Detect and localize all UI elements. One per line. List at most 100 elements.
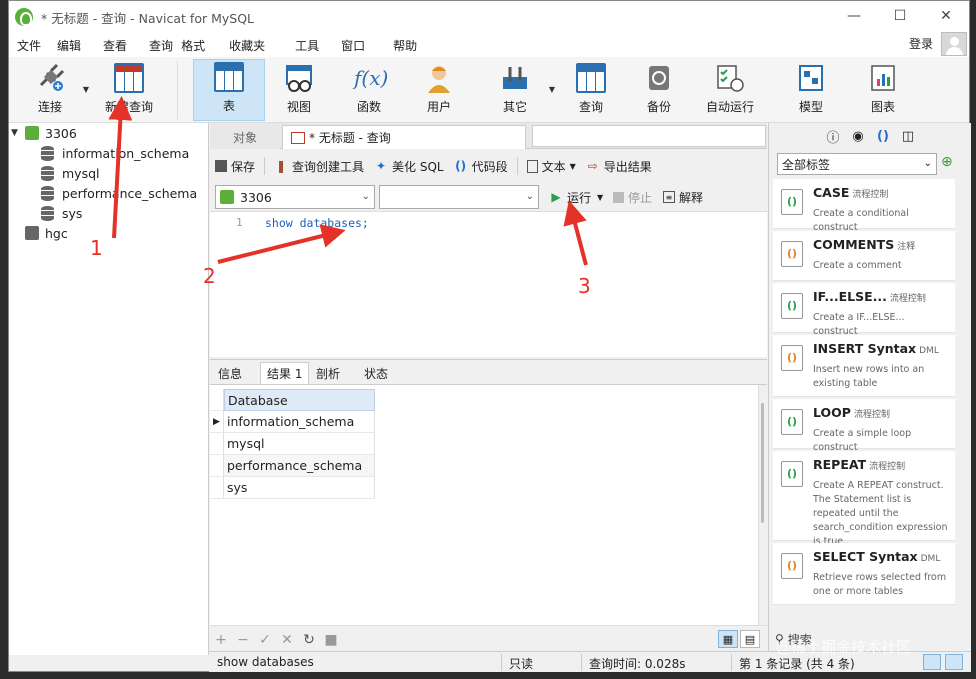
minimize-button[interactable]: — xyxy=(831,1,877,31)
stop-button[interactable]: 停止 xyxy=(608,186,657,208)
snippet-title: COMMENTS xyxy=(813,237,895,252)
query-label: 查询 xyxy=(578,100,603,114)
login-link[interactable]: 登录 xyxy=(909,35,933,52)
chart-tool-button[interactable]: 图表 xyxy=(855,59,911,121)
column-header-database[interactable]: Database xyxy=(224,389,375,411)
view-icon xyxy=(284,63,314,93)
menu-format[interactable]: 格式 xyxy=(173,37,213,54)
query-builder-button[interactable]: ❚ 查询创建工具 xyxy=(269,155,369,177)
table-tool-button[interactable]: 表 xyxy=(193,59,265,121)
automation-tool-button[interactable]: 自动运行 xyxy=(699,59,761,121)
table-cell[interactable]: mysql xyxy=(224,433,375,455)
close-button[interactable]: ✕ xyxy=(923,1,969,31)
snippet-insert[interactable]: () INSERT Syntax DML Insert new rows into… xyxy=(773,335,955,397)
maximize-button[interactable]: ☐ xyxy=(877,1,923,31)
backup-tool-button[interactable]: 备份 xyxy=(631,59,687,121)
eye-icon[interactable]: ◉ xyxy=(846,129,871,144)
layout-toggle-icon[interactable] xyxy=(923,654,941,670)
menu-window[interactable]: 窗口 xyxy=(333,37,373,54)
menu-file[interactable]: 文件 xyxy=(9,37,49,54)
apply-icon[interactable]: ✓ xyxy=(254,632,276,648)
table-row[interactable]: performance_schema xyxy=(210,455,375,477)
braces-icon[interactable]: () xyxy=(871,129,896,144)
sql-editor[interactable]: 1 show databases; xyxy=(210,211,767,357)
chevron-down-icon: ⌄ xyxy=(525,191,534,202)
tab-objects[interactable]: 对象 xyxy=(210,125,280,149)
navicat-window: * 无标题 - 查询 - Navicat for MySQL — ☐ ✕ 文件 … xyxy=(8,0,971,672)
function-tool-button[interactable]: f(x) 函数 xyxy=(341,59,397,121)
snippet-tag: 流程控制 xyxy=(852,190,889,200)
avatar[interactable] xyxy=(941,32,967,56)
chevron-down-icon[interactable]: ▼ xyxy=(549,85,555,94)
snippet-filter-select[interactable]: 全部标签 ⌄ xyxy=(777,153,937,175)
sql-code[interactable]: show databases; xyxy=(265,216,369,230)
grid-scrollbar[interactable] xyxy=(758,385,767,625)
table-row[interactable]: sys xyxy=(210,477,375,499)
model-icon xyxy=(796,63,826,93)
tree-connection-3306[interactable]: ▼ 3306 xyxy=(11,123,77,143)
refresh-icon[interactable]: ↻ xyxy=(298,632,320,648)
tab-search-input[interactable] xyxy=(532,125,766,147)
view-tool-button[interactable]: 视图 xyxy=(271,59,327,121)
form-view-button[interactable]: ▤ xyxy=(740,630,760,648)
query-toolbar: 保存 ❚ 查询创建工具 ✦ 美化 SQL () 代码段 文本 ▼ ⇨ 导出结果 xyxy=(210,153,767,179)
text-button[interactable]: 文本 ▼ xyxy=(522,155,581,177)
info-icon[interactable]: ⓘ xyxy=(821,127,846,146)
snippet-title: IF...ELSE... xyxy=(813,289,887,304)
tab-profile[interactable]: 剖析 xyxy=(310,362,346,384)
tab-info[interactable]: 信息 xyxy=(212,362,248,384)
export-results-button[interactable]: ⇨ 导出结果 xyxy=(581,155,657,177)
database-select[interactable]: ⌄ xyxy=(379,185,539,209)
snippet-if-else[interactable]: () IF...ELSE... 流程控制 Create a IF...ELSE..… xyxy=(773,283,955,337)
chevron-down-icon[interactable]: ▼ xyxy=(11,128,25,138)
stop-icon[interactable]: ■ xyxy=(320,632,342,648)
add-snippet-icon[interactable]: ⊕ xyxy=(941,154,961,174)
layout-toggle-icon[interactable] xyxy=(945,654,963,670)
new-query-button[interactable]: 新建查询 xyxy=(97,59,161,121)
tab-status[interactable]: 状态 xyxy=(358,362,394,384)
discard-icon[interactable]: ✕ xyxy=(276,632,298,648)
save-button[interactable]: 保存 xyxy=(210,155,260,177)
explain-button[interactable]: ≡ 解释 xyxy=(658,186,708,208)
snippet-repeat[interactable]: () REPEAT 流程控制 Create A REPEAT construct.… xyxy=(773,451,955,547)
table-row[interactable]: ▶ information_schema xyxy=(210,411,375,433)
grid-icon[interactable]: ◫ xyxy=(896,129,921,144)
menu-query[interactable]: 查询 xyxy=(141,37,173,54)
add-row-icon[interactable]: + xyxy=(210,632,232,648)
tree-db-sys[interactable]: sys xyxy=(41,203,82,223)
table-cell[interactable]: performance_schema xyxy=(224,455,375,477)
table-cell[interactable]: sys xyxy=(224,477,375,499)
other-tool-button[interactable]: 其它 ▼ xyxy=(487,59,555,121)
menu-favorites[interactable]: 收藏夹 xyxy=(221,37,273,54)
query-tool-button[interactable]: 查询 xyxy=(563,59,619,121)
chevron-down-icon[interactable]: ▼ xyxy=(83,85,89,94)
snippet-comments[interactable]: () COMMENTS 注释 Create a comment xyxy=(773,231,955,281)
snippet-select[interactable]: () SELECT Syntax DML Retrieve rows select… xyxy=(773,543,955,605)
query-icon xyxy=(291,131,305,144)
menu-help[interactable]: 帮助 xyxy=(385,37,425,54)
menu-view[interactable]: 查看 xyxy=(95,37,135,54)
tree-db-mysql[interactable]: mysql xyxy=(41,163,100,183)
delete-row-icon[interactable]: − xyxy=(232,632,254,648)
menu-edit[interactable]: 编辑 xyxy=(49,37,89,54)
code-snippet-button[interactable]: () 代码段 xyxy=(449,155,513,177)
tree-db-performance-schema[interactable]: performance_schema xyxy=(41,183,197,203)
tree-connection-hgc[interactable]: hgc xyxy=(25,223,68,243)
table-row[interactable]: mysql xyxy=(210,433,375,455)
tree-db-information-schema[interactable]: information_schema xyxy=(41,143,189,163)
grid-view-button[interactable]: ▦ xyxy=(718,630,738,648)
tab-result-1[interactable]: 结果 1 xyxy=(260,362,310,384)
tab-query[interactable]: * 无标题 - 查询 xyxy=(282,125,526,149)
menu-tools[interactable]: 工具 xyxy=(287,37,327,54)
user-tool-button[interactable]: 用户 xyxy=(411,59,467,121)
snippet-case[interactable]: () CASE 流程控制 Create a conditional constru… xyxy=(773,179,955,233)
annotation-label-2: 2 xyxy=(203,264,216,288)
beautify-sql-button[interactable]: ✦ 美化 SQL xyxy=(369,155,449,177)
run-button[interactable]: ▶ 运行 ▼ xyxy=(544,186,608,208)
snippet-loop[interactable]: () LOOP 流程控制 Create a simple loop constru… xyxy=(773,399,955,453)
model-tool-button[interactable]: 模型 xyxy=(783,59,839,121)
connection-select[interactable]: 3306 ⌄ xyxy=(215,185,375,209)
snippet-scrollbar[interactable] xyxy=(959,179,969,607)
table-cell[interactable]: information_schema xyxy=(224,411,375,433)
connect-button[interactable]: 连接 ▼ xyxy=(23,59,89,121)
